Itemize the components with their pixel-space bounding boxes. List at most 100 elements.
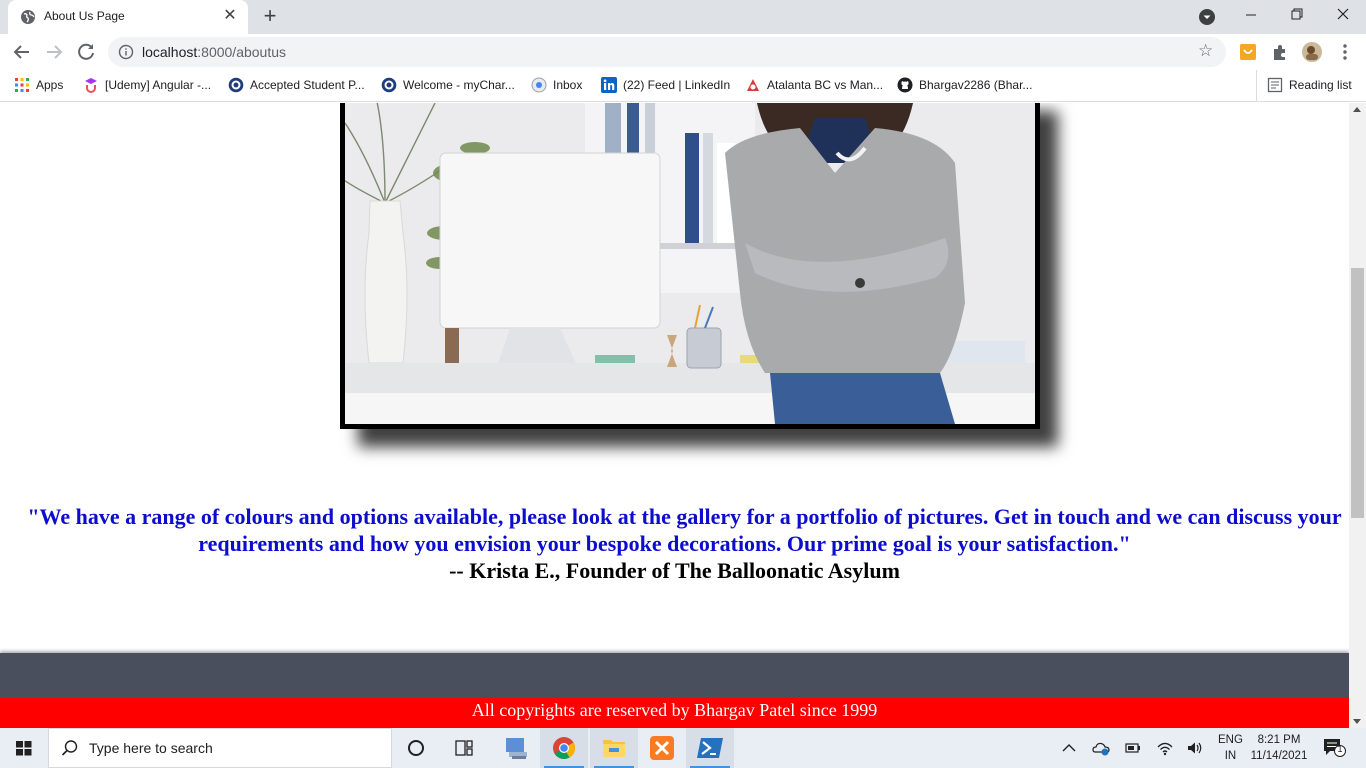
scrollbar-thumb[interactable] bbox=[1351, 268, 1364, 518]
taskbar-app-powershell[interactable] bbox=[686, 728, 734, 768]
bookmark-label: [Udemy] Angular -... bbox=[105, 78, 212, 92]
lang-region: IN bbox=[1224, 750, 1237, 762]
sports-icon bbox=[747, 79, 759, 91]
volume-icon[interactable] bbox=[1186, 740, 1204, 756]
notification-count: 1 bbox=[1337, 744, 1343, 754]
close-icon bbox=[1337, 8, 1349, 20]
url-host: localhost bbox=[142, 44, 198, 60]
footer-band bbox=[0, 653, 1349, 699]
folder-icon bbox=[603, 740, 625, 757]
bookmark-accepted-student[interactable]: Accepted Student P... bbox=[228, 77, 365, 95]
search-icon bbox=[61, 740, 78, 756]
founder-photo-frame bbox=[340, 103, 1040, 429]
bookmark-udemy[interactable]: [Udemy] Angular -... bbox=[83, 77, 211, 95]
scroll-up-arrow-icon[interactable] bbox=[1353, 107, 1361, 112]
bookmark-label: (22) Feed | LinkedIn bbox=[623, 78, 731, 92]
powershell-icon bbox=[697, 738, 723, 758]
bookmarks-bar: Apps [Udemy] Angular -... Accepted Stude… bbox=[0, 70, 1366, 102]
founder-photo bbox=[345, 103, 1035, 424]
site-info-icon[interactable] bbox=[118, 44, 134, 60]
mail-icon bbox=[531, 77, 547, 93]
start-button[interactable] bbox=[0, 728, 48, 768]
bookmark-label: Inbox bbox=[553, 78, 583, 92]
clock-date: 11/14/2021 bbox=[1250, 750, 1308, 762]
close-window-button[interactable] bbox=[1320, 0, 1366, 32]
bookmark-label: Welcome - myChar... bbox=[403, 78, 515, 92]
page-viewport: "We have a range of colours and options … bbox=[0, 103, 1349, 728]
bookmark-github[interactable]: Bhargav2286 (Bhar... bbox=[897, 77, 1032, 95]
taskbar-app-network[interactable] bbox=[492, 728, 540, 768]
reading-list-button[interactable]: Reading list bbox=[1256, 70, 1352, 101]
copyright-footer: All copyrights are reserved by Bhargav P… bbox=[0, 698, 1349, 728]
restore-icon bbox=[1291, 8, 1303, 20]
address-bar[interactable]: localhost:8000/aboutus ☆ bbox=[108, 37, 1226, 67]
scroll-down-arrow-icon[interactable] bbox=[1353, 719, 1361, 724]
new-tab-button[interactable]: + bbox=[258, 4, 282, 28]
show-hidden-icons-chevron-icon[interactable] bbox=[1060, 740, 1078, 756]
chrome-icon bbox=[553, 737, 575, 759]
task-view-icon bbox=[455, 740, 473, 756]
bookmark-star-icon[interactable]: ☆ bbox=[1198, 42, 1216, 60]
tab-title: About Us Page bbox=[44, 9, 125, 23]
founder-quote: "We have a range of colours and options … bbox=[0, 503, 1349, 584]
linkedin-icon bbox=[601, 77, 617, 93]
onedrive-sync-icon[interactable] bbox=[1092, 740, 1110, 756]
bookmark-label: Atalanta BC vs Man... bbox=[767, 78, 884, 92]
tab-about-us[interactable]: About Us Page ✕ bbox=[8, 0, 248, 34]
more-menu-icon[interactable] bbox=[1336, 43, 1354, 61]
minimize-button[interactable] bbox=[1228, 0, 1274, 32]
quote-author: -- Krista E., Founder of The Balloonatic… bbox=[449, 558, 900, 583]
bookmark-label: Bhargav2286 (Bhar... bbox=[919, 78, 1033, 92]
globe-icon bbox=[21, 10, 35, 24]
puzzle-extensions-icon[interactable] bbox=[1271, 43, 1289, 61]
tab-search-icon[interactable] bbox=[1198, 8, 1216, 26]
xampp-icon bbox=[650, 736, 674, 760]
url-text: localhost:8000/aboutus bbox=[142, 44, 286, 60]
tab-strip: About Us Page ✕ + bbox=[0, 0, 1366, 34]
lang-code: ENG bbox=[1218, 734, 1243, 746]
windows-taskbar: Type here to search ENG IN 8:21 PM 11/14… bbox=[0, 728, 1366, 768]
close-tab-icon[interactable]: ✕ bbox=[220, 6, 240, 26]
action-center-button[interactable]: 1 bbox=[1322, 738, 1346, 758]
clock-time: 8:21 PM bbox=[1257, 734, 1301, 746]
restore-button[interactable] bbox=[1274, 0, 1320, 32]
github-icon bbox=[897, 77, 913, 93]
reading-list-label: Reading list bbox=[1289, 78, 1352, 92]
bookmark-atalanta[interactable]: Atalanta BC vs Man... bbox=[745, 77, 883, 95]
cortana-circle-icon bbox=[408, 740, 424, 756]
udemy-icon bbox=[85, 78, 97, 93]
network-drive-icon bbox=[506, 738, 527, 759]
university-icon bbox=[228, 77, 244, 93]
battery-plugged-icon[interactable] bbox=[1124, 740, 1142, 756]
taskbar-app-xampp[interactable] bbox=[638, 728, 686, 768]
back-arrow-icon[interactable] bbox=[10, 40, 34, 64]
bookmark-inbox[interactable]: Inbox bbox=[531, 77, 582, 95]
input-language-indicator[interactable]: ENG IN bbox=[1218, 732, 1243, 764]
minimize-icon bbox=[1246, 14, 1256, 16]
search-placeholder: Type here to search bbox=[89, 740, 213, 756]
vertical-scrollbar[interactable] bbox=[1349, 103, 1366, 728]
bookmark-label: Accepted Student P... bbox=[250, 78, 365, 92]
cortana-button[interactable] bbox=[392, 728, 440, 768]
quote-text: "We have a range of colours and options … bbox=[27, 504, 1342, 556]
reading-list-icon bbox=[1267, 77, 1283, 93]
apps-grid-icon bbox=[15, 78, 29, 92]
taskbar-app-file-explorer[interactable] bbox=[590, 728, 638, 768]
bookmark-mychar[interactable]: Welcome - myChar... bbox=[381, 77, 515, 95]
browser-toolbar: localhost:8000/aboutus ☆ bbox=[0, 34, 1366, 70]
university-icon bbox=[381, 77, 397, 93]
wifi-icon[interactable] bbox=[1156, 740, 1174, 756]
windows-logo-icon bbox=[16, 741, 32, 756]
extension-orange-icon[interactable] bbox=[1239, 43, 1257, 61]
task-view-button[interactable] bbox=[440, 728, 488, 768]
system-clock[interactable]: 8:21 PM 11/14/2021 bbox=[1248, 732, 1310, 764]
bookmark-label: Apps bbox=[36, 78, 64, 92]
url-path: :8000/aboutus bbox=[197, 44, 287, 60]
taskbar-app-chrome[interactable] bbox=[540, 728, 588, 768]
taskbar-search-box[interactable]: Type here to search bbox=[48, 728, 392, 768]
bookmark-linkedin[interactable]: (22) Feed | LinkedIn bbox=[601, 77, 730, 95]
profile-avatar[interactable] bbox=[1302, 42, 1322, 62]
reload-icon[interactable] bbox=[74, 40, 98, 64]
forward-arrow-icon[interactable] bbox=[42, 40, 66, 64]
bookmark-apps[interactable]: Apps bbox=[14, 77, 63, 95]
